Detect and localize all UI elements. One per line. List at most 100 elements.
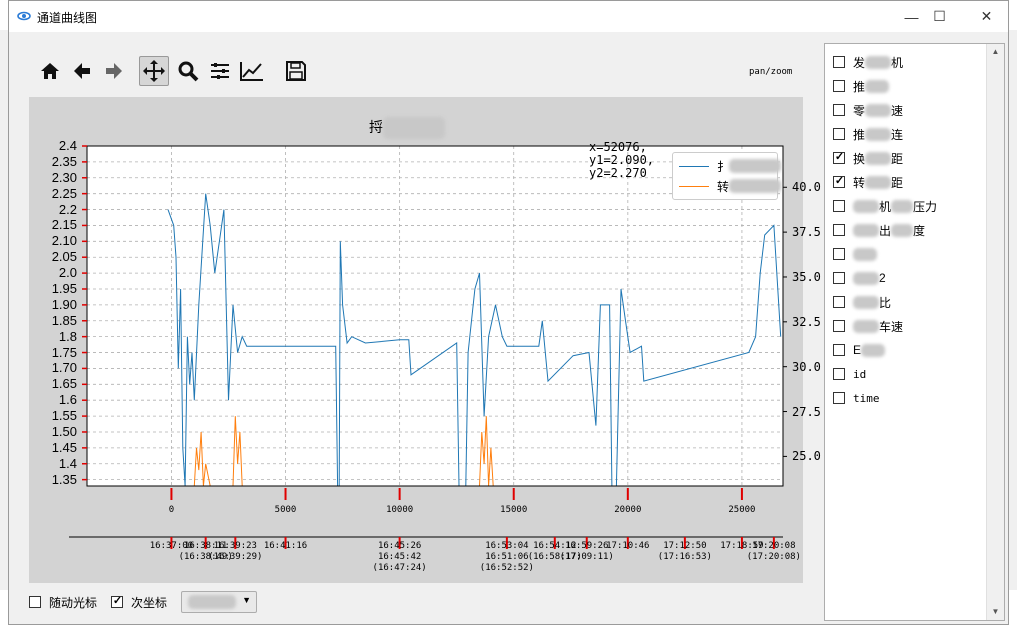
channel-label: 推	[853, 79, 866, 94]
forward-icon[interactable]	[99, 56, 129, 86]
scroll-up-icon[interactable]: ▲	[987, 44, 1004, 60]
y-tick-label: 1.90	[51, 296, 77, 312]
time-tick-label: 16:41:16	[263, 541, 308, 551]
channel-label: 推	[853, 127, 866, 142]
channel-checkbox[interactable]	[833, 368, 845, 380]
scroll-down-icon[interactable]: ▼	[987, 604, 1004, 620]
channel-checkbox[interactable]	[833, 80, 845, 92]
pan-icon[interactable]	[139, 56, 169, 86]
channel-label: 转	[853, 175, 866, 190]
save-icon[interactable]	[281, 56, 311, 86]
channel-checkbox[interactable]	[833, 248, 845, 260]
channel-list[interactable]: 发机推零速推连换距转距机压力出度2比车速Eidtime ▲ ▼	[824, 43, 1005, 621]
channel-item[interactable]: 换距	[833, 148, 903, 168]
channel-item[interactable]	[833, 244, 877, 264]
y-tick-label: 2.2	[58, 201, 77, 217]
x-tick-label: 15000	[500, 505, 528, 515]
back-icon[interactable]	[67, 56, 97, 86]
channel-select-dropdown[interactable]: ▼	[181, 591, 258, 613]
chevron-down-icon: ▼	[242, 595, 252, 605]
time-tick-label: 16:53:04 16:51:06 (16:52:52)	[479, 541, 534, 573]
channel-item[interactable]: 出度	[833, 220, 925, 240]
x-tick-label: 10000	[386, 505, 414, 515]
x-tick-label: 5000	[274, 505, 297, 515]
y2-tick-label: 30.0	[792, 359, 821, 374]
channel-item[interactable]: 推	[833, 76, 890, 96]
secondary-axis-checkbox[interactable]: 次坐标	[111, 594, 167, 611]
channel-label: E	[853, 343, 862, 357]
channel-checkbox[interactable]	[833, 200, 845, 212]
y-tick-label: 2.4	[58, 138, 77, 153]
close-button[interactable]: ✕	[964, 1, 1009, 32]
channel-item[interactable]: 转距	[833, 172, 903, 192]
y-tick-label: 2.15	[51, 217, 77, 233]
time-tick-label: 17:10:46	[606, 541, 650, 551]
series-line-2	[193, 416, 494, 486]
channel-checkbox[interactable]	[833, 224, 845, 236]
channel-label-tail: 车速	[879, 319, 904, 334]
channel-item[interactable]: time	[833, 388, 880, 408]
zoom-icon[interactable]	[173, 56, 203, 86]
channel-checkbox[interactable]	[833, 104, 845, 116]
y-tick-label: 1.4	[58, 455, 77, 471]
channel-label-tail: 2	[879, 271, 886, 285]
window-title: 通道曲线图	[37, 11, 98, 25]
channel-checkbox[interactable]	[833, 392, 845, 404]
y-tick-label: 1.95	[51, 280, 77, 296]
channel-checkbox[interactable]	[833, 128, 845, 140]
series-line-1	[167, 193, 782, 486]
time-tick-label: 16:39:23 (16:39:29)	[208, 541, 263, 562]
home-icon[interactable]	[35, 56, 65, 86]
y-tick-label: 2.35	[51, 153, 77, 169]
channel-checkbox[interactable]	[833, 344, 845, 356]
channel-checkbox[interactable]	[833, 320, 845, 332]
channel-checkbox[interactable]	[833, 272, 845, 284]
bottom-controls: 随动光标 次坐标 ▼	[29, 591, 258, 613]
cursor-readout: x=52076, y1=2.090, y2=2.270	[589, 140, 655, 180]
channel-list-scrollbar[interactable]: ▲ ▼	[986, 44, 1004, 620]
channel-checkbox[interactable]	[833, 56, 845, 68]
channel-label-tail: 距	[891, 175, 904, 190]
channel-item[interactable]: 比	[833, 292, 891, 312]
y-tick-label: 1.6	[58, 392, 77, 408]
channel-checkbox[interactable]	[833, 176, 845, 188]
y-tick-label: 1.70	[51, 360, 77, 376]
subplots-icon[interactable]	[205, 56, 235, 86]
channel-label-tail: 连	[891, 127, 904, 142]
y2-tick-label: 40.0	[792, 180, 821, 195]
channel-item[interactable]: E	[833, 340, 886, 360]
y-tick-label: 2.10	[51, 233, 77, 249]
y-tick-label: 1.45	[51, 439, 77, 455]
channel-item[interactable]: 车速	[833, 316, 903, 336]
time-tick-label: 17:20:08 (17:20:08)	[746, 541, 801, 562]
y-tick-label: 2.05	[51, 249, 77, 265]
x-tick-label: 25000	[728, 505, 756, 515]
channel-label-tail: 比	[879, 295, 892, 310]
channel-label-tail: 压力	[913, 199, 938, 214]
toolbar-mode-label: pan/zoom	[749, 67, 793, 77]
channel-checkbox[interactable]	[833, 296, 845, 308]
edit-axis-icon[interactable]	[237, 56, 267, 86]
channel-label-tail: 机	[879, 199, 892, 214]
legend-item-1: 扌	[679, 157, 782, 175]
channel-label: 换	[853, 151, 866, 166]
channel-label-tail: 速	[891, 103, 904, 118]
channel-item[interactable]: 零速	[833, 100, 903, 120]
channel-item[interactable]: 发机	[833, 52, 903, 72]
channel-item[interactable]: 机 压力	[833, 196, 937, 216]
y-tick-label: 1.50	[51, 423, 77, 439]
follow-cursor-checkbox[interactable]: 随动光标	[29, 594, 97, 611]
chart-figure: 捋 2.4 2.35 2.30 2.25 2.2 2.15 2.10 2.05 2.0 1.95 1…	[29, 97, 821, 583]
channel-label-tail: 机	[891, 55, 904, 70]
channel-item[interactable]: 推连	[833, 124, 903, 144]
maximize-button[interactable]: ☐	[917, 1, 962, 32]
y-tick-label: 1.65	[51, 376, 77, 392]
channel-item[interactable]: id	[833, 364, 866, 384]
y-tick-label: 2.30	[51, 169, 77, 185]
y-tick-label: 1.8	[58, 328, 77, 344]
channel-label-tail: 距	[891, 151, 904, 166]
y-tick-label: 1.55	[51, 408, 77, 424]
x-tick-label: 20000	[614, 505, 642, 515]
channel-item[interactable]: 2	[833, 268, 886, 288]
channel-checkbox[interactable]	[833, 152, 845, 164]
